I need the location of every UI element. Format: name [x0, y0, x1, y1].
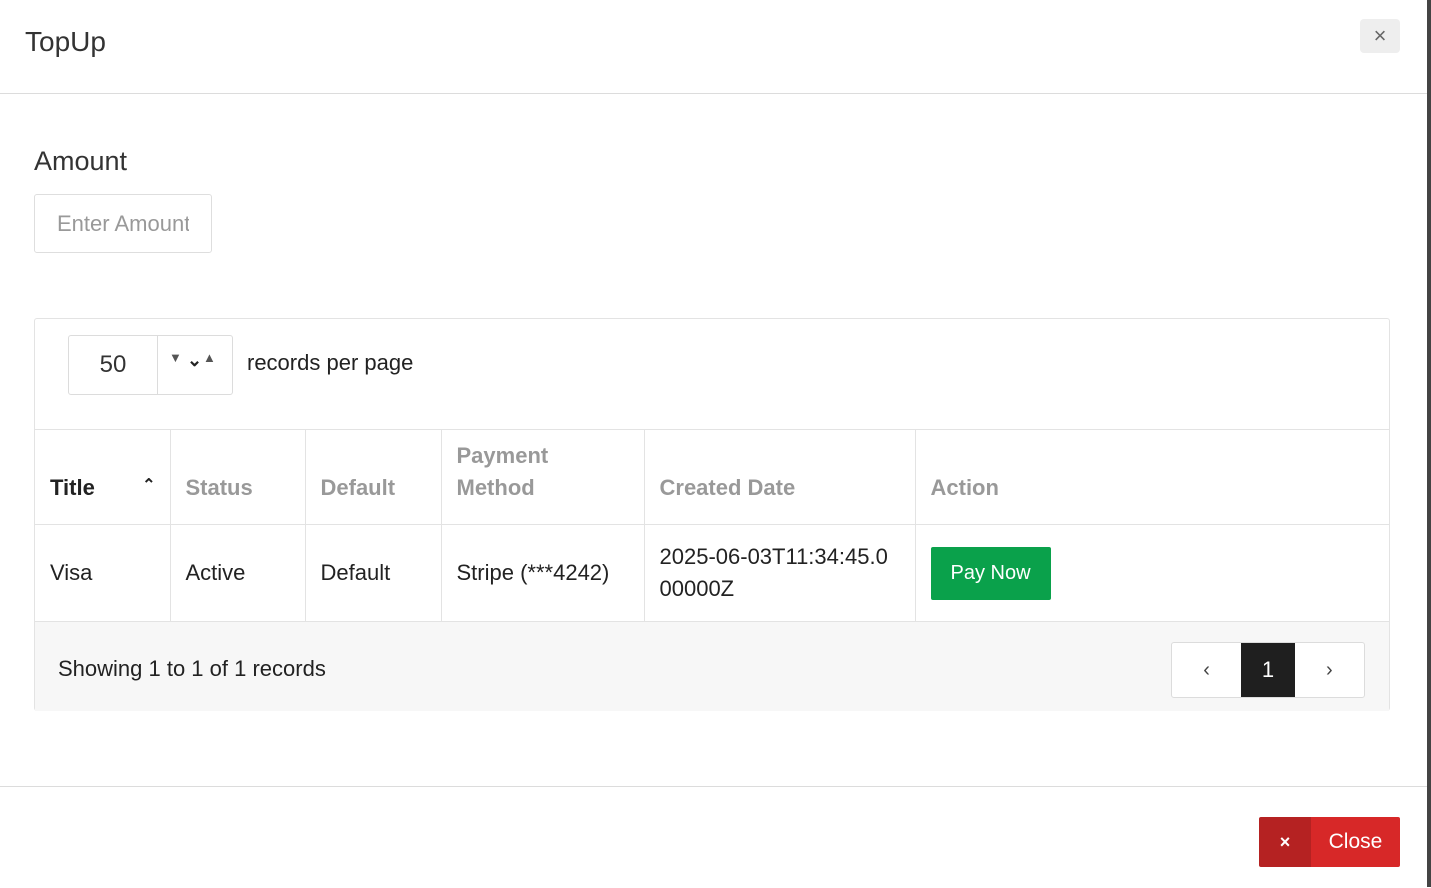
records-table-card: 50 ▼ ⌄ ▲ records per page Title ⌃ Status… — [34, 318, 1390, 711]
pay-now-button[interactable]: Pay Now — [930, 546, 1051, 600]
column-header-created-date[interactable]: Created Date — [644, 429, 916, 525]
previous-page-button[interactable]: ‹ — [1172, 643, 1241, 697]
close-button[interactable]: × Close — [1259, 817, 1400, 867]
table-footer: Showing 1 to 1 of 1 records ‹ 1 › — [35, 621, 1389, 711]
modal-footer: × Close — [0, 786, 1427, 888]
created-date-text: 2025-06-03T11:34:45.000000Z — [659, 544, 888, 601]
per-page-value: 50 — [69, 336, 158, 394]
table-header-row: Title ⌃ Status Default Payment Method Cr… — [35, 429, 1389, 525]
column-header-label: Title — [50, 475, 95, 500]
amount-label: Amount — [34, 146, 128, 176]
chevron-left-icon: ‹ — [1203, 658, 1210, 681]
triangle-up-icon: ▲ — [203, 350, 216, 365]
table-row: Visa Active Default Stripe (***4242) 202… — [35, 524, 1389, 621]
column-header-payment-method[interactable]: Payment Method — [441, 429, 645, 525]
modal-header: TopUp × — [0, 0, 1427, 94]
modal-title: TopUp — [25, 26, 106, 57]
triangle-down-icon: ▼ — [169, 350, 182, 365]
cell-created-date: 2025-06-03T11:34:45.000000Z — [644, 524, 916, 621]
close-icon[interactable]: × — [1360, 19, 1400, 53]
column-header-action: Action — [915, 429, 1389, 525]
column-header-default[interactable]: Default — [305, 429, 442, 525]
sort-ascending-icon: ⌃ — [142, 477, 156, 494]
cell-action: Pay Now — [915, 524, 1389, 621]
cell-title: Visa — [35, 524, 171, 621]
per-page-label: records per page — [247, 350, 414, 375]
pagination: ‹ 1 › — [1171, 642, 1365, 698]
cell-status: Active — [170, 524, 306, 621]
cell-default: Default — [305, 524, 442, 621]
chevron-down-icon: ⌄ — [187, 350, 203, 370]
close-button-label: Close — [1311, 817, 1400, 867]
chevron-right-icon: › — [1326, 658, 1333, 681]
cell-payment-method: Stripe (***4242) — [441, 524, 645, 621]
per-page-arrows[interactable]: ▼ ⌄ ▲ — [158, 336, 232, 394]
per-page-select[interactable]: 50 ▼ ⌄ ▲ — [68, 335, 233, 395]
next-page-button[interactable]: › — [1295, 643, 1364, 697]
column-header-status[interactable]: Status — [170, 429, 306, 525]
close-icon: × — [1259, 817, 1311, 867]
showing-records-text: Showing 1 to 1 of 1 records — [58, 656, 326, 681]
topup-modal: TopUp × Amount 50 ▼ ⌄ ▲ records per page — [0, 0, 1431, 887]
records-table: Title ⌃ Status Default Payment Method Cr… — [35, 429, 1389, 621]
amount-input[interactable] — [34, 194, 212, 253]
page-button-current[interactable]: 1 — [1241, 643, 1295, 697]
column-header-title[interactable]: Title ⌃ — [35, 429, 171, 525]
